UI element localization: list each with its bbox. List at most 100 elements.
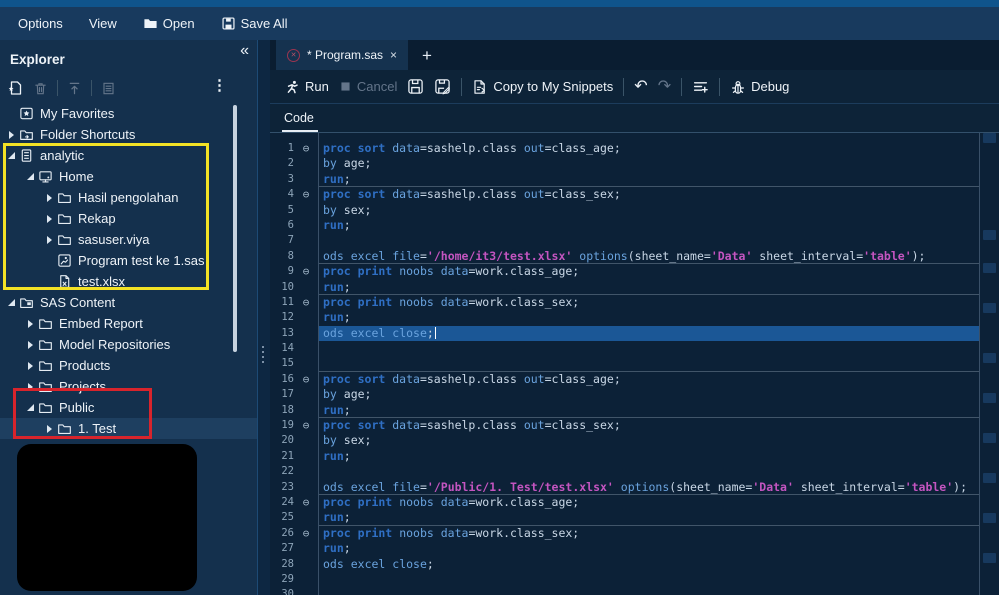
code-text: proc sort data=sashelp.class out=class_a…: [270, 141, 979, 156]
properties-icon[interactable]: [101, 81, 116, 96]
yellow-annotation-box: [3, 143, 209, 290]
toolbar-divider: [719, 78, 720, 96]
code-line-25[interactable]: 25run;: [270, 510, 979, 525]
code-line-3[interactable]: 3run;: [270, 172, 979, 187]
menu-options-label: Options: [18, 16, 63, 31]
tab-title: * Program.sas: [307, 48, 383, 62]
cancel-label: Cancel: [357, 79, 397, 94]
code-line-23[interactable]: 23ods excel file='/Public/1. Test/test.x…: [270, 480, 979, 495]
code-line-27[interactable]: 27run;: [270, 541, 979, 556]
line-number: 7: [270, 233, 294, 248]
debug-button[interactable]: Debug: [730, 79, 789, 95]
panel-splitter[interactable]: [258, 40, 270, 595]
code-line-28[interactable]: 28ods excel close;: [270, 557, 979, 572]
delete-icon[interactable]: [33, 81, 48, 96]
text-caret: [435, 327, 437, 339]
save-as-icon[interactable]: [434, 78, 451, 95]
editor-toolbar: Run Cancel Copy to My Snippets: [270, 70, 999, 104]
tab-program-sas[interactable]: ✕ * Program.sas ×: [276, 40, 408, 70]
overview-ruler[interactable]: [979, 133, 999, 595]
explorer-scrollbar[interactable]: [233, 105, 237, 352]
cancel-button[interactable]: Cancel: [339, 79, 397, 94]
code-line-13[interactable]: 13ods excel close;: [270, 326, 979, 341]
tree-item-sas-content[interactable]: SAS Content: [0, 292, 257, 313]
code-line-21[interactable]: 21run;: [270, 449, 979, 464]
submission-options-icon[interactable]: [692, 78, 709, 95]
tree-expanded-arrow-icon[interactable]: [4, 299, 18, 306]
code-line-19[interactable]: 19⊖proc sort data=sashelp.class out=clas…: [270, 418, 979, 433]
code-line-29[interactable]: 29: [270, 572, 979, 587]
menu-open[interactable]: Open: [143, 16, 195, 31]
tree-collapsed-arrow-icon[interactable]: [4, 131, 18, 139]
ruler-mark: [983, 353, 996, 363]
code-line-2[interactable]: 2by age;: [270, 156, 979, 171]
menu-save-all-label: Save All: [241, 16, 288, 31]
code-line-1[interactable]: 1⊖proc sort data=sashelp.class out=class…: [270, 141, 979, 156]
code-line-20[interactable]: 20by sex;: [270, 433, 979, 448]
menu-options[interactable]: Options: [18, 16, 63, 31]
ruler-mark: [983, 473, 996, 483]
ruler-mark: [983, 553, 996, 563]
code-text: proc print noobs data=work.class_age;: [270, 495, 979, 510]
new-tab-button[interactable]: +: [422, 47, 432, 64]
code-line-9[interactable]: 9⊖proc print noobs data=work.class_age;: [270, 264, 979, 279]
code-line-15[interactable]: 15: [270, 356, 979, 371]
code-line-24[interactable]: 24⊖proc print noobs data=work.class_age;: [270, 495, 979, 510]
tree-collapsed-arrow-icon[interactable]: [23, 362, 37, 370]
tree-item-folder-shortcuts[interactable]: Folder Shortcuts: [0, 124, 257, 145]
code-line-17[interactable]: 17by age;: [270, 387, 979, 402]
code-line-4[interactable]: 4⊖proc sort data=sashelp.class out=class…: [270, 187, 979, 202]
code-line-11[interactable]: 11⊖proc print noobs data=work.class_sex;: [270, 295, 979, 310]
code-line-30[interactable]: 30: [270, 587, 979, 595]
code-line-12[interactable]: 12run;: [270, 310, 979, 325]
tree-item-model-repositories[interactable]: Model Repositories: [0, 334, 257, 355]
code-text: by age;: [270, 387, 979, 402]
copy-to-snippets-button[interactable]: Copy to My Snippets: [472, 79, 613, 95]
tab-code[interactable]: Code: [284, 111, 314, 125]
menu-bar: Options View Open Save All: [0, 7, 999, 40]
code-text: proc sort data=sashelp.class out=class_s…: [270, 418, 979, 433]
collapse-panel-icon[interactable]: «: [240, 42, 247, 60]
editor-tab-strip: ✕ * Program.sas × +: [270, 40, 999, 70]
menu-view[interactable]: View: [89, 16, 117, 31]
line-number: 14: [270, 341, 294, 356]
ruler-mark: [983, 513, 996, 523]
code-line-5[interactable]: 5by sex;: [270, 203, 979, 218]
code-text: run;: [270, 218, 979, 233]
code-line-6[interactable]: 6run;: [270, 218, 979, 233]
redo-icon[interactable]: ↷: [658, 79, 671, 95]
run-button[interactable]: Run: [284, 79, 329, 95]
undo-icon[interactable]: ↶: [634, 79, 647, 95]
tree-item-products[interactable]: Products: [0, 355, 257, 376]
code-line-7[interactable]: 7: [270, 233, 979, 248]
tree-item-label: Folder Shortcuts: [40, 127, 135, 142]
code-line-22[interactable]: 22: [270, 464, 979, 479]
code-line-10[interactable]: 10run;: [270, 280, 979, 295]
more-options-icon[interactable]: ⋮: [212, 78, 227, 93]
code-line-14[interactable]: 14: [270, 341, 979, 356]
toolbar-divider: [57, 80, 58, 96]
close-tab-icon[interactable]: ×: [390, 48, 397, 62]
upload-icon[interactable]: [67, 81, 82, 96]
window-top-strip: [0, 0, 999, 7]
code-line-8[interactable]: 8ods excel file='/home/it3/test.xlsx' op…: [270, 249, 979, 264]
tree-item-my-favorites[interactable]: My Favorites: [0, 103, 257, 124]
new-item-icon[interactable]: [8, 80, 24, 96]
tree-collapsed-arrow-icon[interactable]: [23, 341, 37, 349]
tree-item-embed-report[interactable]: Embed Report: [0, 313, 257, 334]
tree-collapsed-arrow-icon[interactable]: [23, 320, 37, 328]
code-text: ods excel file='/Public/1. Test/test.xls…: [270, 480, 979, 495]
code-text: ods excel close;: [270, 326, 979, 341]
menu-save-all[interactable]: Save All: [221, 16, 288, 31]
code-line-16[interactable]: 16⊖proc sort data=sashelp.class out=clas…: [270, 372, 979, 387]
code-editor[interactable]: 1⊖proc sort data=sashelp.class out=class…: [270, 133, 979, 595]
save-icon: [221, 16, 236, 31]
code-text: proc sort data=sashelp.class out=class_s…: [270, 187, 979, 202]
splitter-handle-icon[interactable]: [262, 346, 264, 363]
tree-item-label: My Favorites: [40, 106, 114, 121]
save-program-icon[interactable]: [407, 78, 424, 95]
code-text: run;: [270, 403, 979, 418]
code-line-18[interactable]: 18run;: [270, 403, 979, 418]
code-line-26[interactable]: 26⊖proc print noobs data=work.class_sex;: [270, 526, 979, 541]
code-text: run;: [270, 510, 979, 525]
